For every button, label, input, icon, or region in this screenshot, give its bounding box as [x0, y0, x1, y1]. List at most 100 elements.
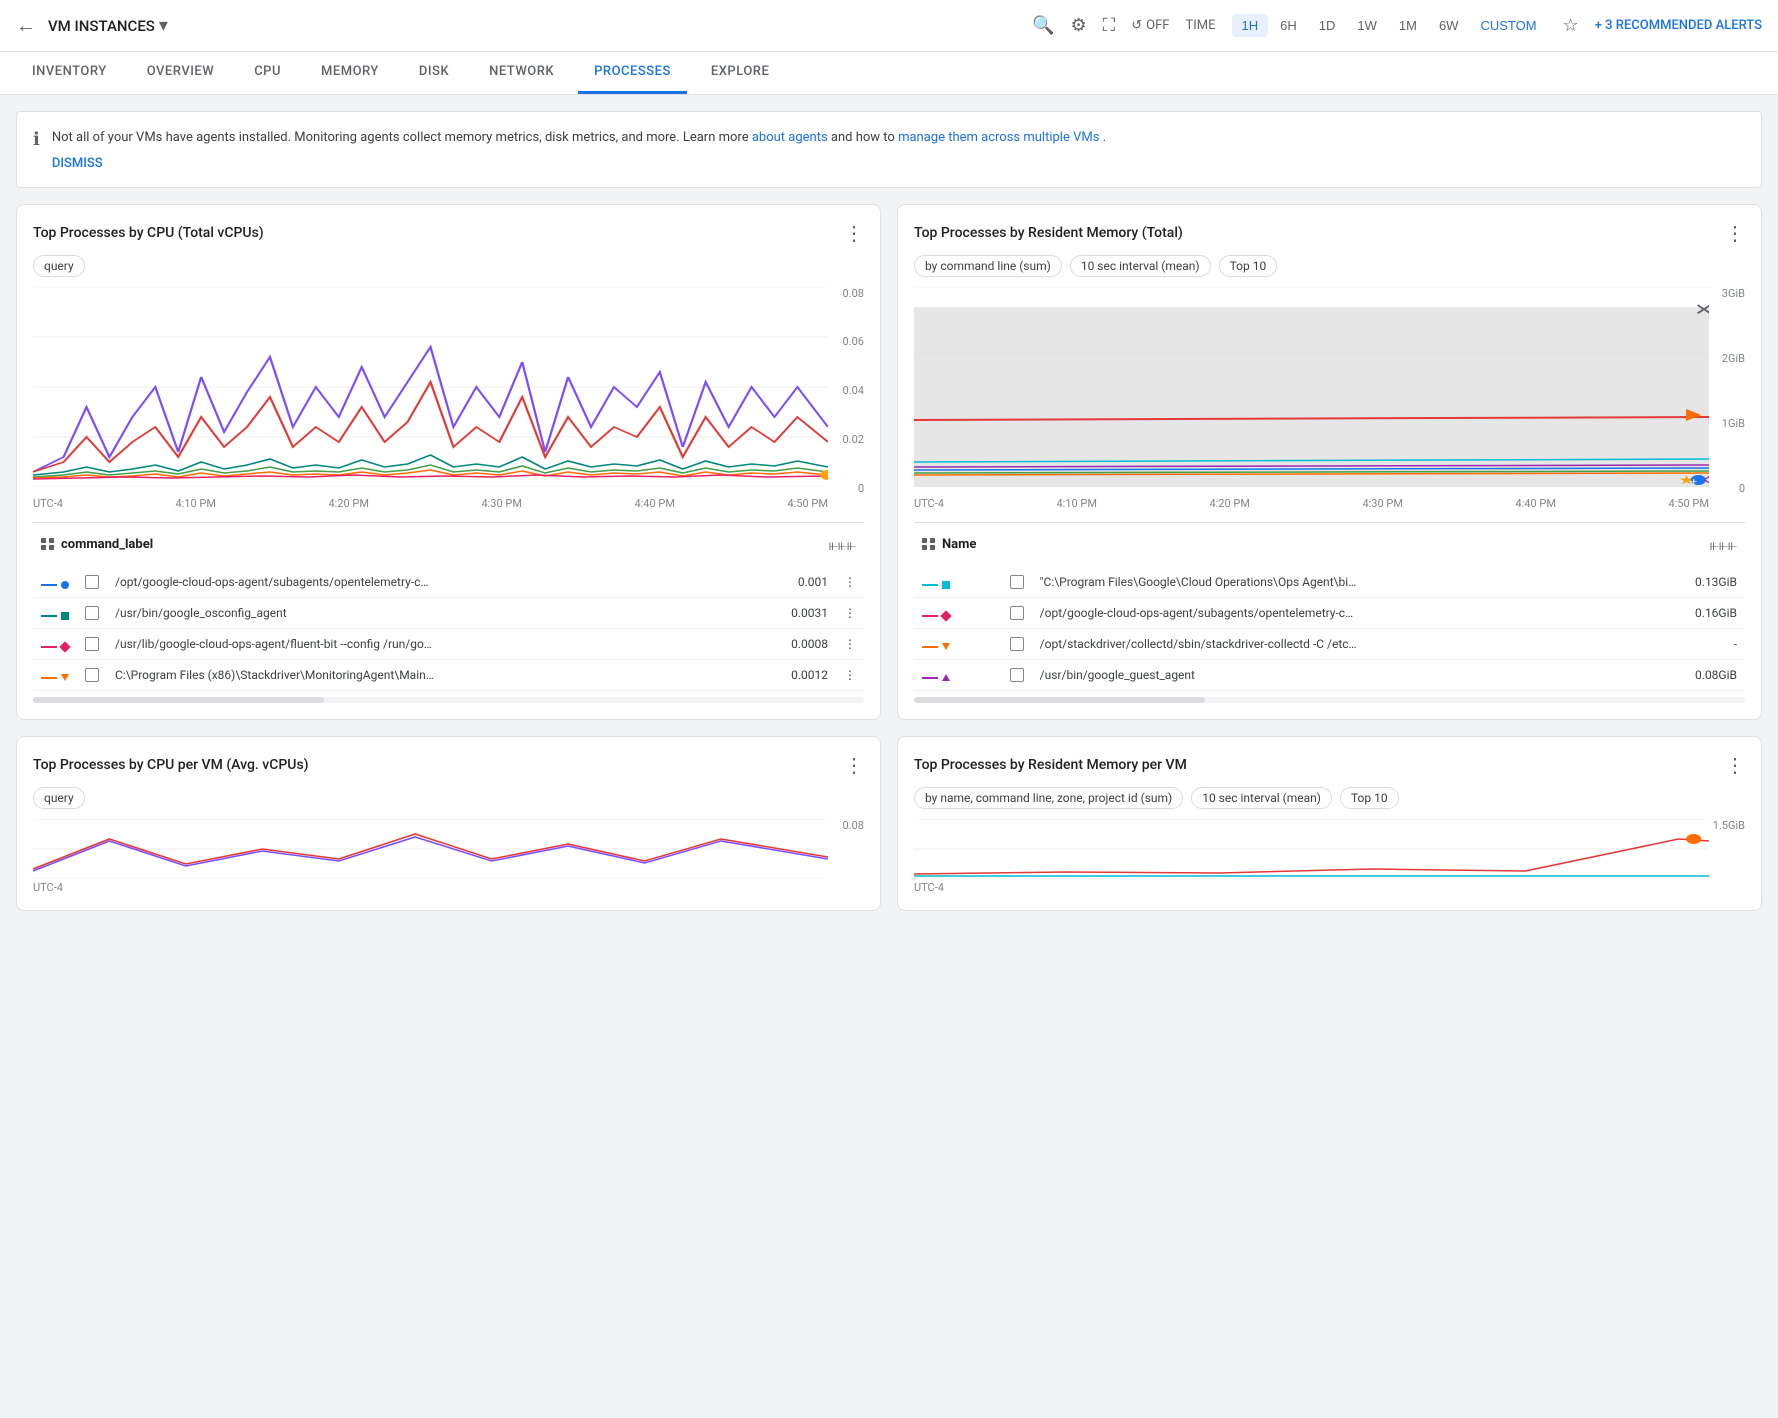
nav-cpu[interactable]: CPU — [238, 52, 297, 94]
checkbox-cell — [77, 567, 107, 598]
card3-header: Top Processes by CPU per VM (Avg. vCPUs)… — [33, 753, 864, 777]
banner-content: Not all of your VMs have agents installe… — [52, 128, 1106, 171]
card4-menu[interactable]: ⋮ — [1725, 753, 1745, 777]
card1-chip-query[interactable]: query — [33, 255, 85, 277]
card1-scrollbar[interactable] — [33, 697, 864, 703]
card4-chip-2[interactable]: Top 10 — [1340, 787, 1399, 809]
dismiss-button[interactable]: DISMISS — [52, 156, 1106, 171]
row4-checkbox[interactable] — [85, 668, 99, 682]
card1-menu[interactable]: ⋮ — [844, 221, 864, 245]
card2-chips: by command line (sum) 10 sec interval (m… — [914, 255, 1745, 277]
row1-value: 0.001 — [727, 567, 836, 598]
card2-chip-2[interactable]: Top 10 — [1219, 255, 1278, 277]
card1-y-axis: 0.08 0.06 0.04 0.02 0 — [828, 287, 864, 495]
nav-memory[interactable]: MEMORY — [305, 52, 395, 94]
card1-chips: query — [33, 255, 864, 277]
fullscreen-icon[interactable]: ⛶ — [1103, 15, 1116, 36]
card1-chart-area — [33, 287, 828, 487]
card3-chips: query — [33, 787, 864, 809]
card4-chip-1[interactable]: 10 sec interval (mean) — [1191, 787, 1332, 809]
time-btn-1m[interactable]: 1M — [1389, 14, 1427, 37]
search-icon[interactable]: 🔍 — [1032, 15, 1054, 36]
grid-icon-2 — [922, 538, 936, 552]
c2-row3-checkbox[interactable] — [1010, 637, 1024, 651]
nav-disk[interactable]: DISK — [403, 52, 465, 94]
card3-chart-wrapper: 0.08 — [33, 819, 864, 879]
time-btn-6h[interactable]: 6H — [1270, 14, 1307, 37]
card1-col-picker[interactable]: ⫦⫦⫦ — [829, 535, 856, 555]
manage-vms-link[interactable]: manage them across multiple VMs — [898, 130, 1099, 145]
refresh-button[interactable]: ↺ OFF — [1131, 18, 1169, 33]
card2-scrollbar[interactable] — [914, 697, 1745, 703]
refresh-label: OFF — [1146, 18, 1169, 33]
card3-chip-query[interactable]: query — [33, 787, 85, 809]
c2-row2-value: 0.16GiB — [1629, 597, 1745, 628]
nav-explore[interactable]: EXPLORE — [695, 52, 785, 94]
card1-header: Top Processes by CPU (Total vCPUs) ⋮ — [33, 221, 864, 245]
card2-table-header-row: Name ⫦⫦⫦ — [914, 531, 1745, 559]
nav-inventory[interactable]: INVENTORY — [16, 52, 123, 94]
card2-chip-1[interactable]: 10 sec interval (mean) — [1070, 255, 1211, 277]
time-btn-1h[interactable]: 1H — [1232, 14, 1269, 37]
card4-y-axis: 1.5GiB — [1709, 819, 1745, 832]
card2-scrollbar-thumb — [914, 697, 1205, 703]
info-banner: ℹ Not all of your VMs have agents instal… — [16, 111, 1762, 188]
card2-chip-0[interactable]: by command line (sum) — [914, 255, 1062, 277]
nav-overview[interactable]: OVERVIEW — [131, 52, 230, 94]
c2-row4-checkbox[interactable] — [1010, 668, 1024, 682]
time-btn-1w[interactable]: 1W — [1347, 14, 1387, 37]
svg-text:✕: ✕ — [1694, 301, 1709, 319]
table-row: /opt/google-cloud-ops-agent/subagents/op… — [914, 597, 1745, 628]
row2-label: /usr/bin/google_osconfig_agent — [107, 597, 727, 628]
card1-title: Top Processes by CPU (Total vCPUs) — [33, 225, 264, 241]
row2-menu[interactable]: ⋮ — [836, 597, 864, 628]
c2-row3-label: /opt/stackdriver/collectd/sbin/stackdriv… — [1032, 628, 1630, 659]
nav-processes[interactable]: PROCESSES — [578, 52, 687, 94]
row4-menu[interactable]: ⋮ — [836, 659, 864, 690]
card4-title: Top Processes by Resident Memory per VM — [914, 757, 1187, 773]
c2-checkbox-cell — [1002, 567, 1032, 598]
c2-row2-checkbox[interactable] — [1010, 606, 1024, 620]
card2-title: Top Processes by Resident Memory (Total) — [914, 225, 1183, 241]
c2-legend-3 — [914, 628, 1002, 659]
card4-chart-svg — [914, 819, 1709, 879]
card2-menu[interactable]: ⋮ — [1725, 221, 1745, 245]
card1-x-axis: UTC-4 4:10 PM 4:20 PM 4:30 PM 4:40 PM 4:… — [33, 497, 864, 510]
card1-col-label: command_label — [61, 537, 153, 552]
time-btn-6w[interactable]: 6W — [1429, 14, 1469, 37]
c2-legend-2 — [914, 597, 1002, 628]
about-agents-link[interactable]: about agents — [752, 130, 828, 145]
info-icon: ℹ — [33, 129, 40, 150]
star-button[interactable]: ☆ — [1563, 15, 1579, 36]
time-label: TIME — [1185, 18, 1215, 33]
table-row: "C:\Program Files\Google\Cloud Operation… — [914, 567, 1745, 598]
alerts-button[interactable]: + 3 RECOMMENDED ALERTS — [1595, 18, 1762, 33]
banner-text: Not all of your VMs have agents installe… — [52, 128, 1106, 148]
row2-checkbox[interactable] — [85, 606, 99, 620]
row3-checkbox[interactable] — [85, 637, 99, 651]
row3-menu[interactable]: ⋮ — [836, 628, 864, 659]
legend-color-3 — [33, 628, 77, 659]
card4-chart-wrapper: 1.5GiB — [914, 819, 1745, 879]
time-btn-1d[interactable]: 1D — [1309, 14, 1346, 37]
back-button[interactable]: ← — [16, 13, 36, 38]
row1-menu[interactable]: ⋮ — [836, 567, 864, 598]
settings-icon[interactable]: ⚙ — [1070, 15, 1086, 36]
card2-col-picker[interactable]: ⫦⫦⫦ — [1710, 535, 1737, 555]
c2-row1-checkbox[interactable] — [1010, 575, 1024, 589]
legend-color-2 — [33, 597, 77, 628]
nav-network[interactable]: NETWORK — [473, 52, 570, 94]
card2-table-container: Name ⫦⫦⫦ "C:\Program Files\Google\ — [914, 522, 1745, 703]
row4-label: C:\Program Files (x86)\Stackdriver\Monit… — [107, 659, 727, 690]
refresh-icon: ↺ — [1131, 18, 1142, 33]
cpu-total-card: Top Processes by CPU (Total vCPUs) ⋮ que… — [16, 204, 881, 720]
row1-checkbox[interactable] — [85, 575, 99, 589]
c2-row4-label: /usr/bin/google_guest_agent — [1032, 659, 1630, 690]
time-buttons: 1H 6H 1D 1W 1M 6W CUSTOM — [1232, 14, 1547, 37]
card4-chip-0[interactable]: by name, command line, zone, project id … — [914, 787, 1183, 809]
time-btn-custom[interactable]: CUSTOM — [1470, 14, 1546, 37]
title-dropdown-icon[interactable]: ▾ — [159, 15, 168, 36]
card1-chart-svg — [33, 287, 828, 487]
card1-table-container: command_label ⫦⫦⫦ /opt/ — [33, 522, 864, 703]
card3-menu[interactable]: ⋮ — [844, 753, 864, 777]
